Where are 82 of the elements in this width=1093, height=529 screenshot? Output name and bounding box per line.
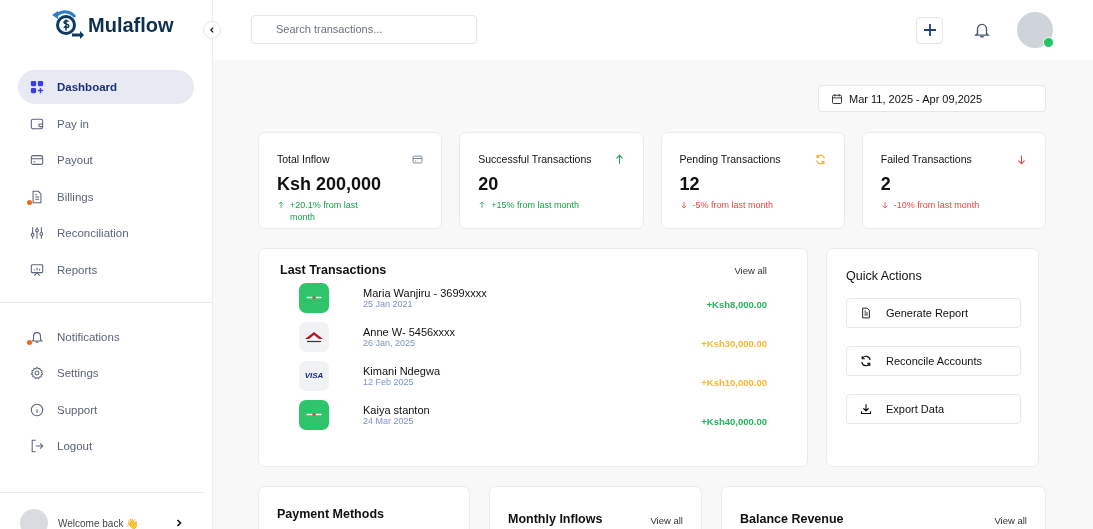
nav-item[interactable]: Settings [18,356,194,390]
card-icon [30,153,44,167]
transaction-name: Kimani Ndegwa [363,364,441,377]
document-icon [30,189,44,204]
change-text: +15% from last month [491,199,581,211]
card-title: Payment Methods [277,507,384,521]
grid-icon [30,80,44,94]
transaction-date: 24 Mar 2025 [363,415,415,426]
card-icon [412,153,424,165]
chevron-left-icon [208,26,216,34]
stat-title: Pending Transactions [679,153,781,165]
quick-action-button[interactable]: Generate Report [846,298,1021,328]
arrow-up-icon [277,201,285,209]
stat-value: 20 [478,174,500,195]
card-logo: VISA [299,360,329,391]
stat-value: 2 [880,174,892,195]
change-text: -5% from last month [692,199,775,211]
chevron-right-icon[interactable] [174,518,184,528]
arrow-down-icon [1016,153,1027,165]
stat-title: Total Inflow [277,153,330,165]
change-text: +20.1% from last month [290,199,359,223]
transaction-name: Kaiya stanton [363,403,430,416]
nav-item[interactable]: Dashboard [18,70,194,104]
transaction-date: 12 Feb 2025 [363,376,414,387]
bell-icon[interactable] [973,21,991,39]
nav-item[interactable]: Payout [18,143,194,177]
welcome-text: Welcome back 👋 [58,517,139,529]
view-all-link[interactable]: View all [734,264,767,276]
quick-action-button[interactable]: Reconcile Accounts [846,346,1021,376]
plus-icon [921,22,938,38]
search-field[interactable]: Search transactions... [251,14,477,44]
brand-name: Mulaflow [88,13,174,37]
nav-item[interactable]: Notifications [18,319,194,354]
refresh-icon [860,355,872,367]
avatar [20,509,48,529]
logout-icon [30,439,44,453]
nav-item[interactable]: Reconciliation [18,216,194,250]
mobile-money-logo [299,399,329,430]
transaction-amount: +Ksh30,000.00 [701,338,767,349]
stat-value: 12 [679,174,701,195]
mobile-money-logo [299,282,329,313]
nav-item[interactable]: Billings [18,179,194,214]
settings-icon [30,366,44,380]
bell-icon [30,329,44,344]
transaction-name: Maria Wanjiru - 3699xxxx [363,286,487,299]
transaction-amount: +Ksh10,000.00 [701,377,767,388]
nav-item[interactable]: Pay in [18,106,194,141]
document-icon [860,307,872,319]
stat-title: Failed Transactions [880,153,972,165]
add-button[interactable] [916,16,943,44]
transaction-amount: +Ksh8,000.00 [706,299,767,310]
arrow-up-icon [478,201,487,209]
download-icon [860,403,872,415]
transaction-date: 26 Jan, 2025 [363,337,417,348]
card-title: Balance Revenue [740,512,844,526]
transaction-amount: +Ksh40,000.00 [701,416,767,427]
nav-item[interactable]: Support [18,392,194,427]
change-text: -10% from last month [893,199,981,211]
quick-action-button[interactable]: Export Data [846,394,1021,424]
refresh-icon [814,153,826,165]
arrow-down-icon [679,201,688,209]
transaction-name: Anne W- 5456xxxx [363,325,456,338]
card-title: Quick Actions [846,269,923,283]
arrow-up-icon [613,153,625,165]
collapse-sidebar-button[interactable] [203,21,221,39]
calendar-icon [831,92,843,105]
stat-value: Ksh 200,000 [277,174,383,195]
wallet-icon [30,116,44,131]
bank-logo [299,321,329,352]
transaction-date: 25 Jan 2021 [363,298,413,309]
card-title: Monthly Inflows [508,512,603,526]
stat-title: Successful Transactions [478,153,592,165]
arrow-down-icon [880,201,889,209]
sliders-icon [30,226,44,240]
nav-item[interactable]: Logout [18,429,194,463]
nav-item[interactable]: Reports [18,252,194,287]
card-title: Last Transactions [280,263,387,277]
presentation-icon [30,262,44,277]
view-all-link[interactable]: View all [994,515,1027,526]
info-icon [30,402,44,417]
date-range-picker[interactable]: Mar 11, 2025 - Apr 09,2025 [818,85,1046,112]
view-all-link[interactable]: View all [650,515,683,526]
